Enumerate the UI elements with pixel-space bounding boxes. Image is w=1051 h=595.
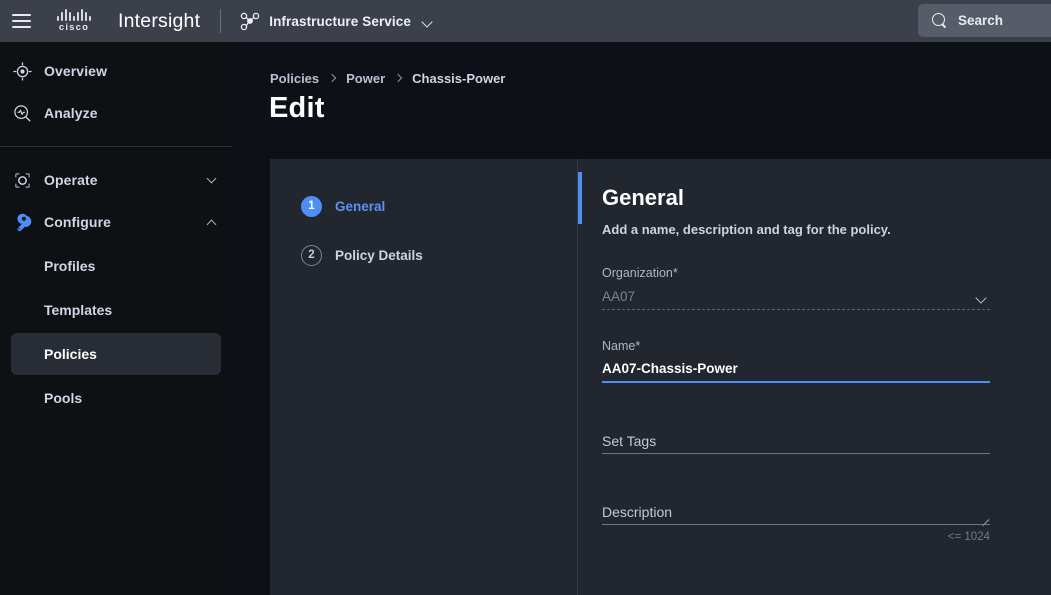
cisco-wordmark: cisco <box>58 22 90 33</box>
hamburger-line <box>11 14 31 16</box>
sidebar-item-operate[interactable]: Operate <box>0 159 232 201</box>
sidebar-label-templates: Templates <box>44 302 113 318</box>
chevron-down-icon[interactable] <box>977 294 988 302</box>
service-switcher[interactable]: Infrastructure Service <box>240 12 434 30</box>
wizard-step-list: 1 General 2 Policy Details <box>270 159 578 595</box>
name-label-text: Name <box>602 339 636 353</box>
required-marker: * <box>672 266 678 280</box>
step-label-general: General <box>335 198 386 214</box>
chevron-right-icon <box>329 75 336 82</box>
form-section-subtitle: Add a name, description and tag for the … <box>602 222 891 237</box>
topbar-divider <box>220 9 222 33</box>
name-input-value[interactable]: AA07-Chassis-Power <box>602 361 990 383</box>
sidebar-item-profiles[interactable]: Profiles <box>11 245 221 287</box>
wrench-icon <box>0 213 44 232</box>
chevron-down-icon <box>206 173 218 186</box>
target-crosshair-icon <box>0 61 44 81</box>
sidebar-label-overview: Overview <box>44 63 108 79</box>
sidebar-item-overview[interactable]: Overview <box>0 50 232 92</box>
breadcrumb-item-power[interactable]: Power <box>346 71 385 86</box>
chevron-down-icon <box>423 18 434 25</box>
organization-value: AA07 <box>602 289 990 310</box>
search-icon <box>932 12 948 29</box>
wizard-step-policy-details[interactable]: 2 Policy Details <box>301 238 577 272</box>
cisco-bars-icon <box>57 9 91 21</box>
sidebar-item-configure[interactable]: Configure <box>0 201 232 243</box>
breadcrumb-item-policies[interactable]: Policies <box>270 71 319 86</box>
node-graph-icon <box>240 12 260 30</box>
set-tags-field[interactable]: Set Tags <box>602 433 990 454</box>
hamburger-icon[interactable] <box>4 0 38 42</box>
step-number-badge: 1 <box>301 195 322 217</box>
required-marker: * <box>635 339 641 353</box>
step-number-badge: 2 <box>301 244 322 266</box>
hamburger-line <box>11 26 31 28</box>
breadcrumb-item-current: Chassis-Power <box>412 71 506 86</box>
sidebar-item-pools[interactable]: Pools <box>11 377 221 419</box>
sidebar-label-pools: Pools <box>44 390 83 406</box>
hamburger-line <box>11 20 31 22</box>
sidebar-navigation: Overview Analyze Operate Configure Profi… <box>0 42 232 595</box>
chevron-right-icon <box>395 75 402 82</box>
magnifier-pulse-icon <box>0 104 44 123</box>
sidebar-label-policies: Policies <box>44 346 97 362</box>
sidebar-item-analyze[interactable]: Analyze <box>0 92 232 134</box>
search-placeholder-label: Search <box>958 13 1004 28</box>
organization-label: Organization* <box>602 266 990 280</box>
organization-label-text: Organization <box>602 266 673 280</box>
main-content: Policies Power Chassis-Power Edit 1 Gene… <box>232 42 1051 595</box>
sidebar-label-configure: Configure <box>44 214 112 230</box>
sidebar-label-profiles: Profiles <box>44 258 96 274</box>
edit-policy-card: 1 General 2 Policy Details General Add a… <box>270 159 1051 595</box>
description-placeholder[interactable]: Description <box>602 504 990 525</box>
sidebar-item-policies[interactable]: Policies <box>11 333 221 375</box>
step-label-policy-details: Policy Details <box>335 247 423 263</box>
breadcrumb: Policies Power Chassis-Power <box>270 71 505 86</box>
name-label: Name* <box>602 339 990 353</box>
description-helper-text: <= 1024 <box>947 531 990 543</box>
top-navigation-bar: cisco Intersight Infrastructure Service … <box>0 0 1051 42</box>
search-input[interactable]: Search <box>918 4 1051 37</box>
form-section-title: General <box>602 185 684 210</box>
sidebar-label-operate: Operate <box>44 172 98 188</box>
chevron-up-icon <box>206 217 218 229</box>
product-name: Intersight <box>118 9 201 32</box>
resize-handle-icon[interactable] <box>980 512 990 527</box>
sidebar-label-analyze: Analyze <box>44 105 98 121</box>
organization-field[interactable]: Organization* AA07 <box>602 266 990 310</box>
app-root: cisco Intersight Infrastructure Service … <box>0 0 1051 595</box>
wizard-step-general[interactable]: 1 General <box>301 189 577 223</box>
gear-frame-icon <box>0 171 44 190</box>
sidebar-divider <box>0 146 232 147</box>
page-title: Edit <box>269 92 325 124</box>
service-name-label: Infrastructure Service <box>269 13 411 29</box>
cisco-logo: cisco <box>48 9 100 33</box>
name-field[interactable]: Name* AA07-Chassis-Power <box>602 339 990 383</box>
sidebar-item-templates[interactable]: Templates <box>11 289 221 331</box>
set-tags-placeholder[interactable]: Set Tags <box>602 433 990 454</box>
general-form-pane: General Add a name, description and tag … <box>578 159 1051 595</box>
description-field[interactable]: Description <box>602 504 990 527</box>
